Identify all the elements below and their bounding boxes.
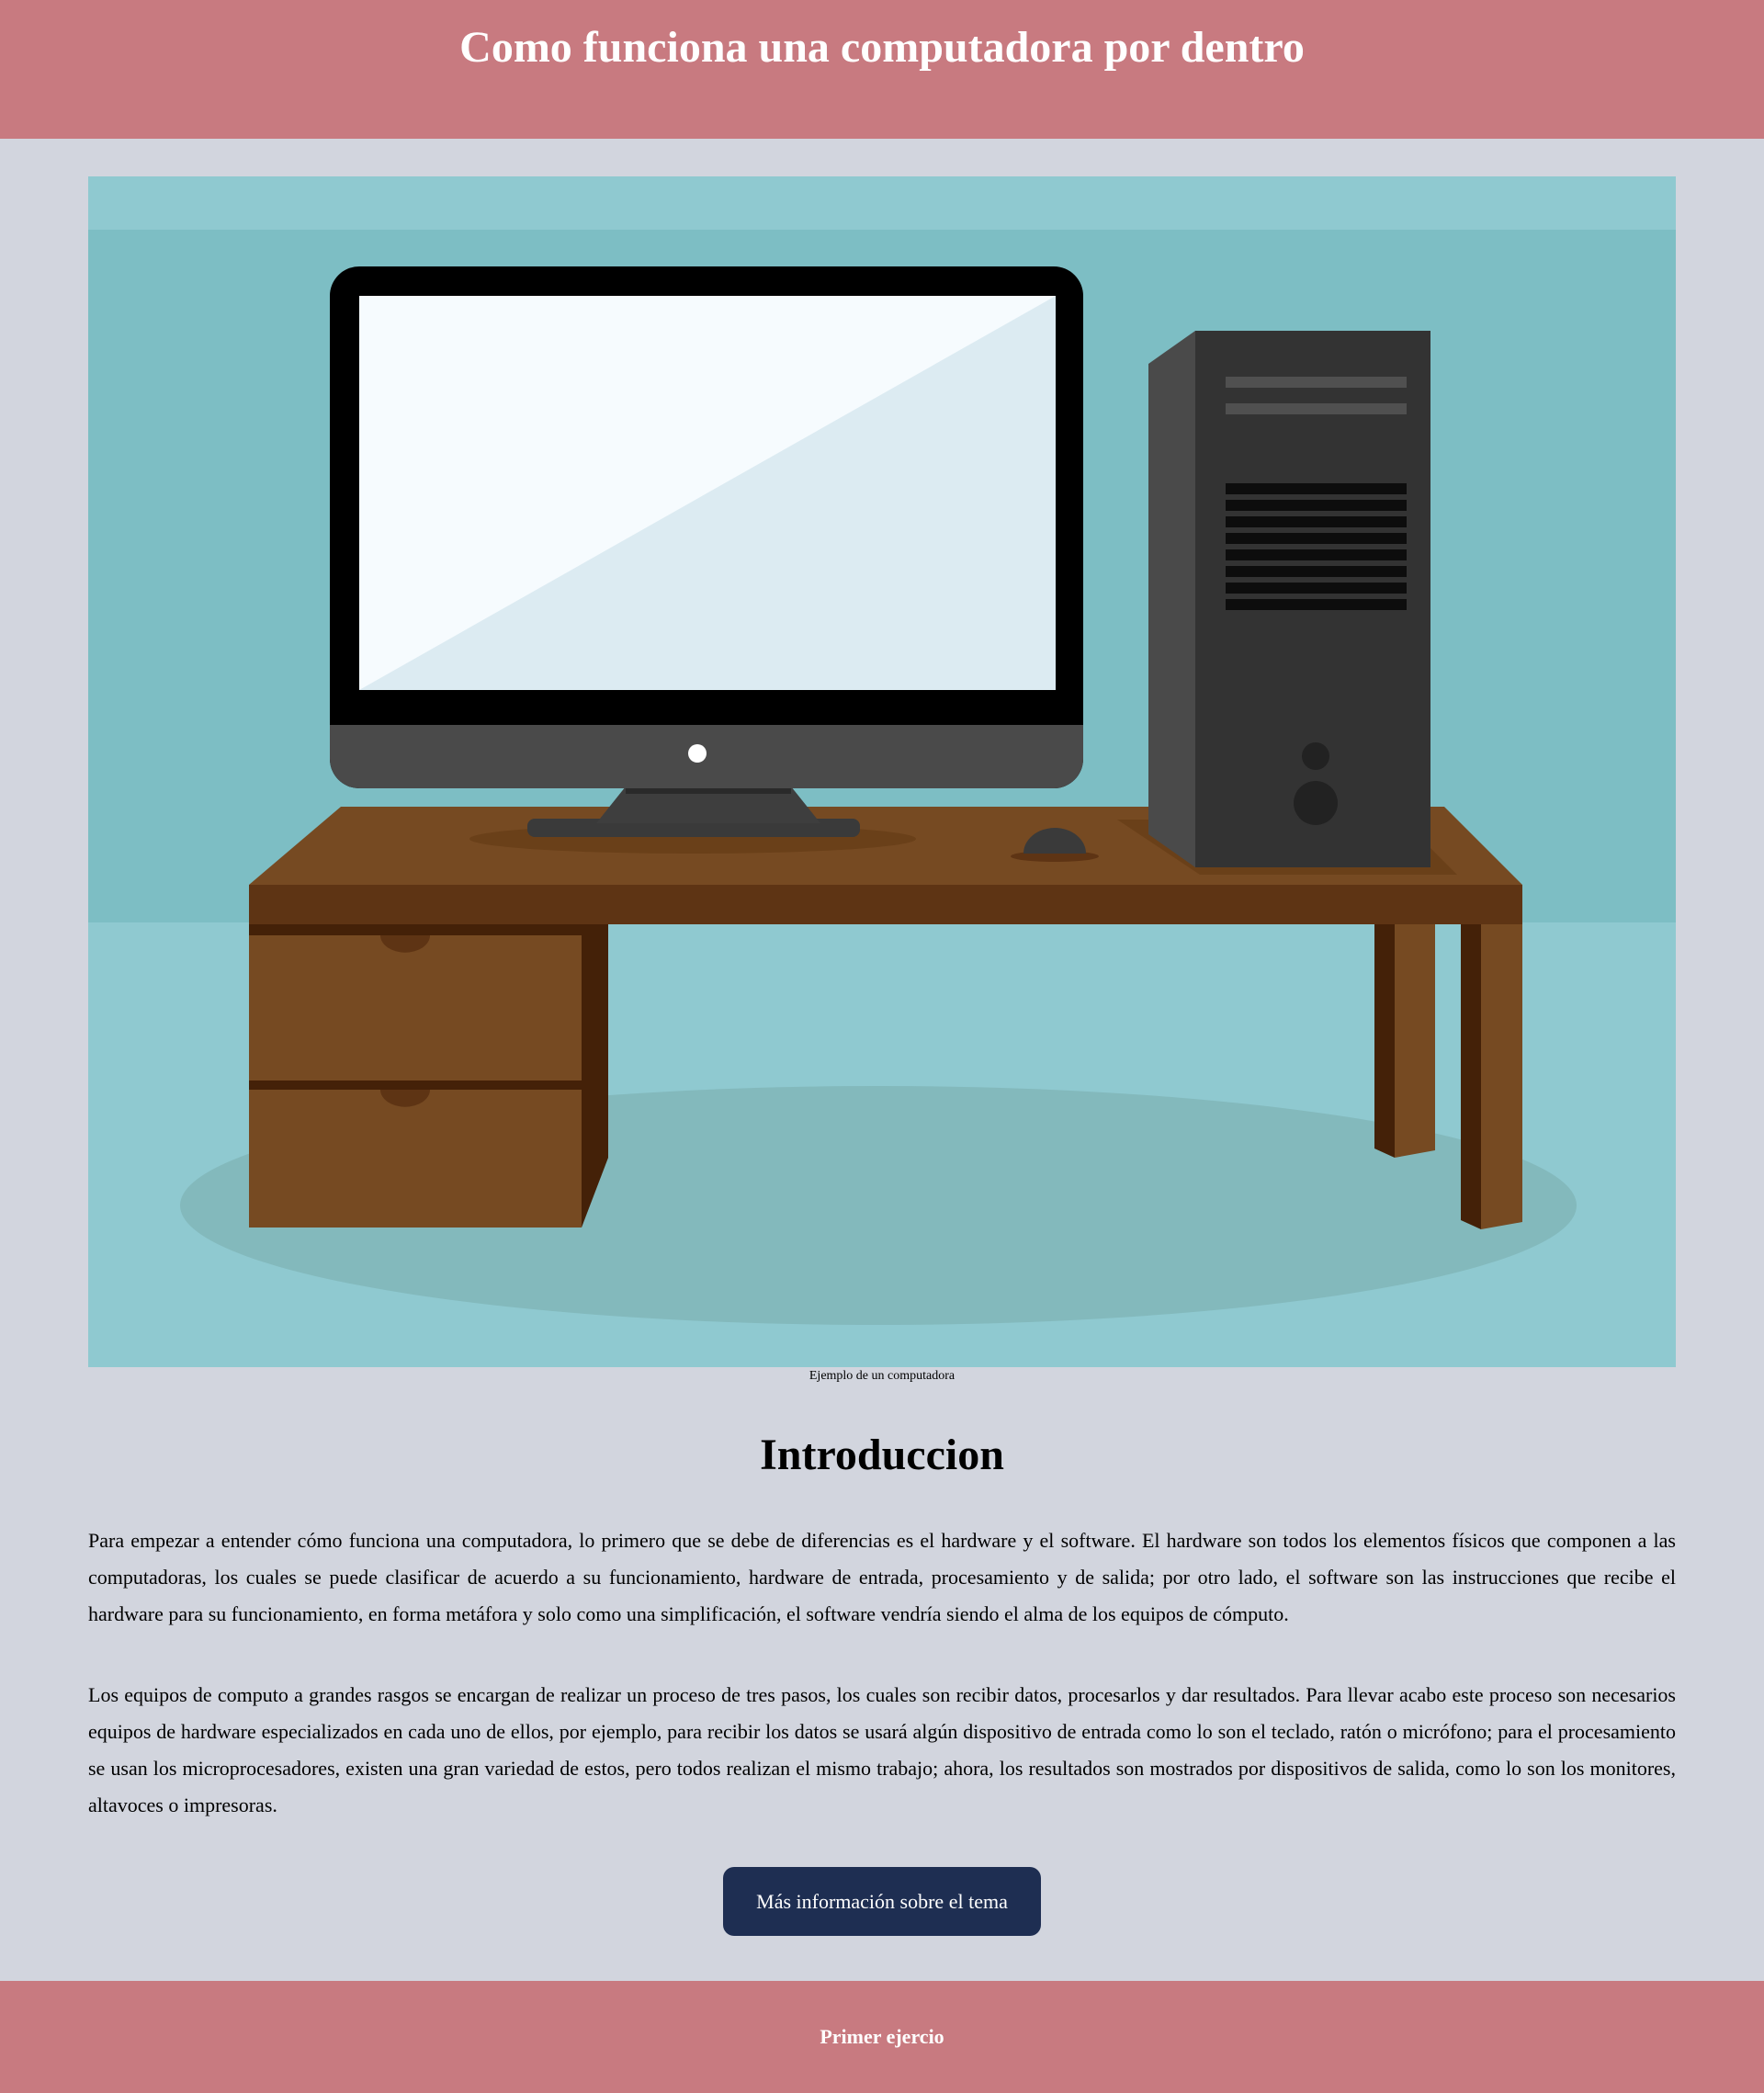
- monitor-power-button: [688, 744, 707, 763]
- more-info-button[interactable]: Más información sobre el tema: [723, 1867, 1041, 1936]
- main-content: Ejemplo de un computadora Introduccion P…: [0, 139, 1764, 1981]
- tower-small-button: [1302, 742, 1329, 770]
- tower-side: [1148, 331, 1195, 867]
- drawer-divider-middle: [249, 1080, 582, 1090]
- figure-caption: Ejemplo de un computadora: [808, 1369, 956, 1383]
- desk-leg-back-front: [1395, 924, 1435, 1158]
- intro-paragraph: Para empezar a entender cómo funciona un…: [88, 1529, 1676, 1625]
- tower-power-button: [1294, 781, 1338, 825]
- desk-front-edge: [249, 885, 1522, 924]
- drawer-cabinet: [249, 924, 582, 1228]
- process-paragraph: Los equipos de computo a grandes rasgos …: [88, 1683, 1676, 1816]
- page-title: Como funciona una computadora por dentro: [459, 23, 1305, 72]
- section-heading: Introduccion: [760, 1431, 1004, 1479]
- desk-leg-front-face: [1481, 924, 1522, 1229]
- page-header: Como funciona una computadora por dentro: [0, 0, 1764, 139]
- desk-leg-front: [1461, 924, 1481, 1229]
- computer-illustration: [88, 176, 1676, 1367]
- footer-link[interactable]: Primer ejercio: [820, 2025, 944, 2048]
- desk-leg-back: [1374, 924, 1395, 1158]
- tower-bay-2: [1226, 403, 1407, 414]
- drawer-divider-top: [249, 924, 582, 935]
- tower-bay-1: [1226, 377, 1407, 388]
- page-footer: Primer ejercio: [0, 1981, 1764, 2093]
- monitor-chin: [330, 725, 1083, 788]
- hero-figure: Ejemplo de un computadora: [88, 176, 1676, 1385]
